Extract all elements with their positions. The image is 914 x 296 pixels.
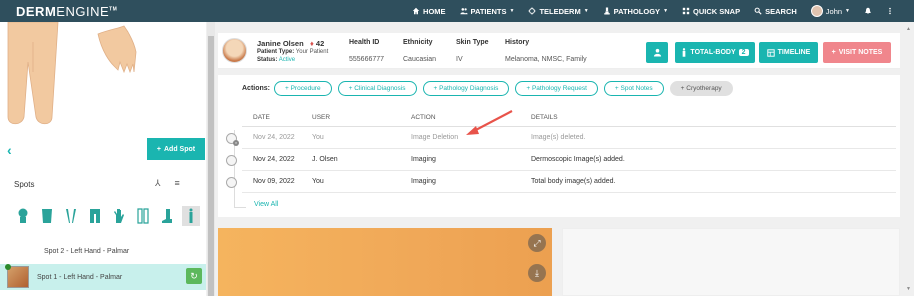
- spot-image-viewer[interactable]: ⤢ ⤓: [218, 228, 552, 296]
- scroll-down-icon[interactable]: ▼: [906, 286, 911, 292]
- download-icon[interactable]: ⤓: [528, 264, 546, 282]
- main-scrollbar[interactable]: ▲ ▼: [904, 22, 914, 296]
- scroll-up-icon[interactable]: ▲: [906, 26, 911, 32]
- fullscreen-icon[interactable]: ⤢: [528, 234, 546, 252]
- image-details-panel: [562, 228, 900, 296]
